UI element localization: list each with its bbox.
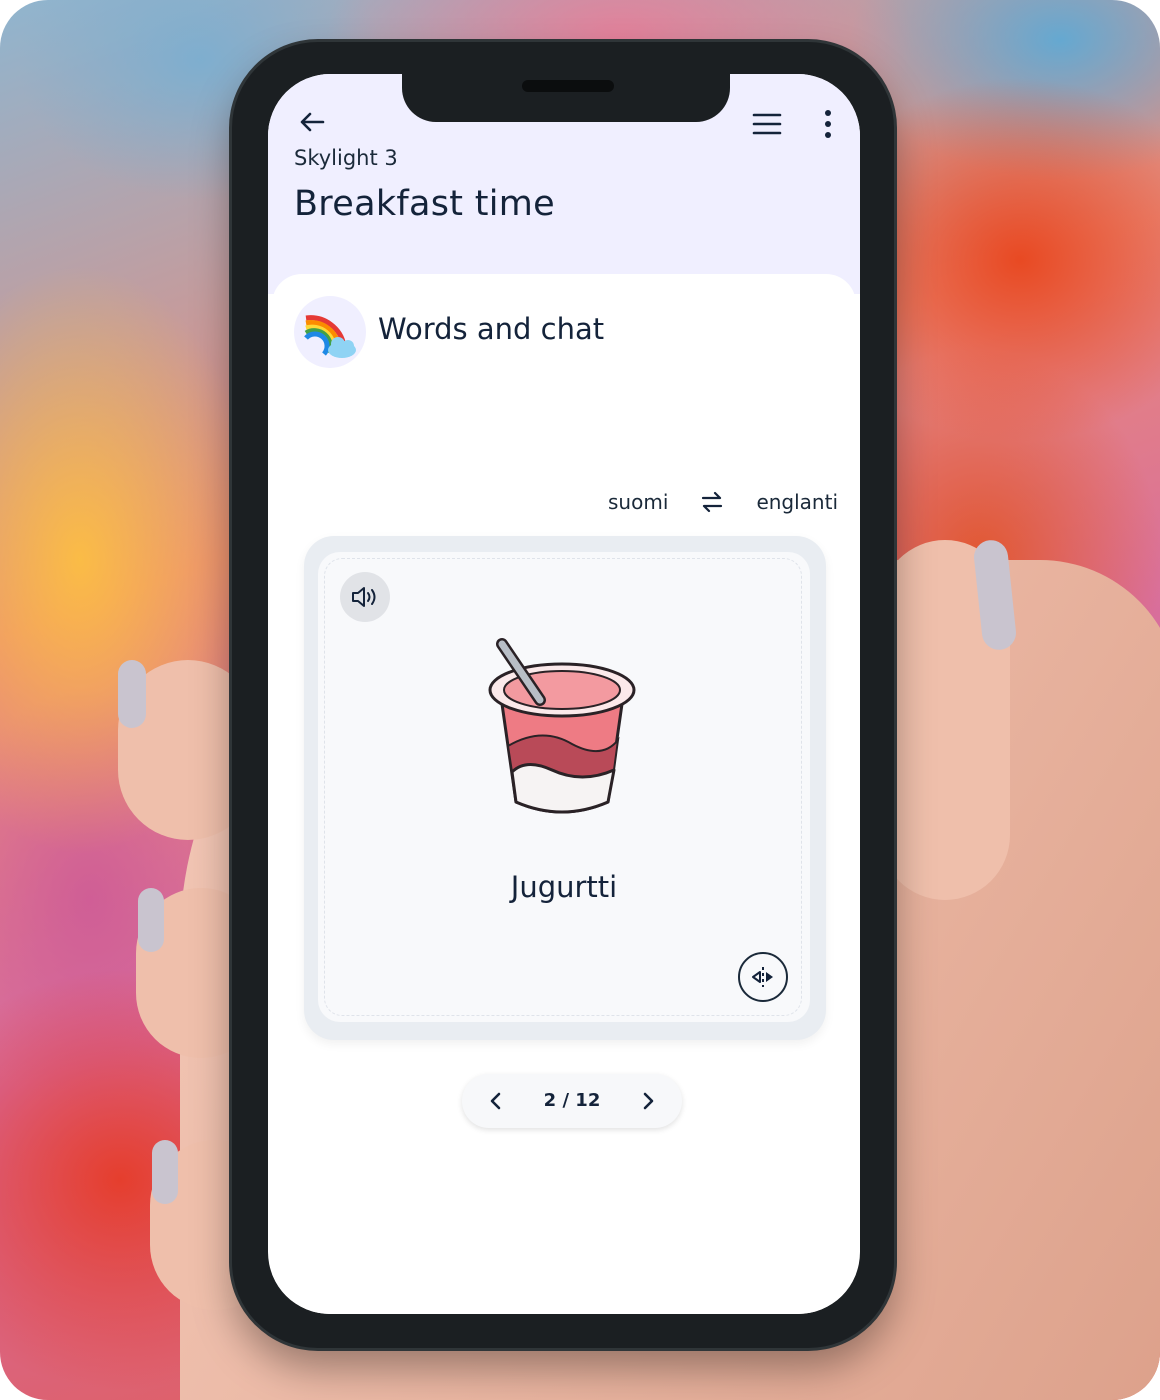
- more-options-button[interactable]: [810, 102, 846, 146]
- swap-arrows-icon[interactable]: [699, 490, 725, 514]
- course-subtitle: Skylight 3: [294, 146, 398, 170]
- play-sound-button[interactable]: [340, 572, 390, 622]
- more-vertical-icon: [825, 110, 831, 138]
- rainbow-icon: [304, 315, 356, 358]
- menu-button[interactable]: [744, 102, 790, 146]
- phone-screen: Skylight 3 Breakfast time Words and chat…: [268, 74, 860, 1314]
- yogurt-cup-illustration: [488, 638, 636, 814]
- page-title: Breakfast time: [294, 184, 556, 224]
- fingernail: [152, 1140, 178, 1204]
- back-button[interactable]: [290, 100, 334, 144]
- fingernail: [138, 888, 164, 952]
- flip-card-button[interactable]: [738, 952, 788, 1002]
- pagination-control: 2 / 12: [462, 1074, 682, 1128]
- section-title: Words and chat: [378, 312, 605, 346]
- previous-card-button[interactable]: [476, 1081, 516, 1121]
- arrow-left-icon: [300, 112, 325, 132]
- hamburger-icon: [752, 113, 782, 135]
- language-switcher[interactable]: suomi englanti: [608, 484, 838, 520]
- chevron-right-icon: [643, 1092, 654, 1110]
- earpiece: [522, 80, 614, 92]
- source-language[interactable]: suomi: [608, 490, 668, 514]
- page-indicator: 2 / 12: [543, 1090, 601, 1111]
- next-card-button[interactable]: [628, 1081, 668, 1121]
- flashcard-word: Jugurtti: [510, 870, 618, 904]
- notch: [402, 74, 730, 122]
- target-language[interactable]: englanti: [756, 490, 838, 514]
- chevron-left-icon: [490, 1092, 501, 1110]
- fingernail: [118, 660, 146, 728]
- section-avatar: [294, 296, 366, 368]
- speaker-icon: [352, 587, 376, 607]
- flip-icon: [752, 967, 773, 987]
